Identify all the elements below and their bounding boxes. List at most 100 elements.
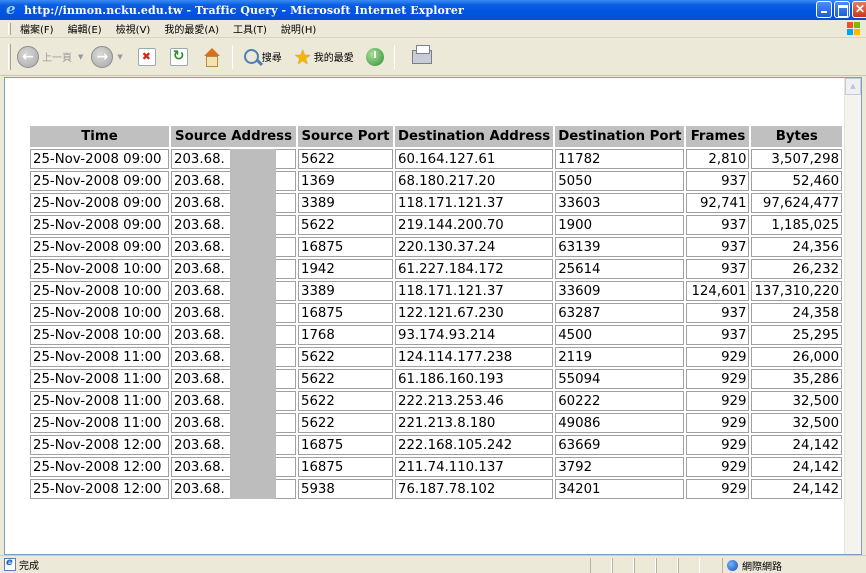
menu-file[interactable]: 檔案(F) [20,21,54,36]
cell-source-address: 203.68. [171,391,296,413]
scroll-up-arrow-icon[interactable]: ▲ [845,78,861,95]
forward-arrow-icon[interactable]: → [91,45,114,68]
window-controls [816,1,866,18]
source-address-text: 203.68. [174,239,225,255]
source-address-text: 203.68. [174,481,225,497]
search-button-label[interactable]: 搜尋 [262,49,282,64]
cell-bytes: 26,232 [751,259,843,279]
menu-favorites[interactable]: 我的最愛(A) [164,21,219,36]
home-icon[interactable] [202,47,220,67]
cell-frames: 937 [686,215,750,235]
maximize-button[interactable] [834,1,850,18]
menu-help[interactable]: 說明(H) [281,21,316,36]
refresh-icon[interactable] [169,47,188,66]
cell-time: 25-Nov-2008 11:00 [30,369,169,389]
cell-bytes: 24,358 [751,303,843,323]
cell-bytes: 97,624,477 [751,193,843,213]
table-row: 25-Nov-2008 09:00 203.68. 1369 68.180.217.2… [30,171,843,193]
cell-destination-port: 3792 [555,457,685,477]
security-zone[interactable]: 網際網路 [722,558,782,573]
cell-frames: 929 [686,413,750,433]
favorites-star-icon[interactable]: ★ [294,45,312,69]
cell-frames: 2,810 [686,149,750,169]
title-bar: e http://inmon.ncku.edu.tw - Traffic Que… [0,0,866,20]
cell-bytes: 24,356 [751,237,843,257]
back-arrow-icon[interactable]: ← [17,45,39,68]
cell-frames: 929 [686,435,750,455]
minimize-button[interactable] [816,1,832,18]
forward-dropdown-icon[interactable]: ▼ [117,53,122,61]
cell-source-address: 203.68. [171,435,296,457]
cell-destination-port: 60222 [555,391,685,411]
redaction-block [230,325,276,347]
cell-source-port: 16875 [298,237,393,257]
cell-destination-address: 122.121.67.230 [395,303,554,323]
cell-time: 25-Nov-2008 11:00 [30,347,169,367]
cell-destination-port: 63669 [555,435,685,455]
cell-time: 25-Nov-2008 09:00 [30,237,169,257]
cell-source-port: 16875 [298,457,393,477]
status-text: 完成 [19,561,39,572]
cell-bytes: 137,310,220 [751,281,843,301]
cell-source-address: 203.68. [171,325,296,347]
history-icon[interactable] [365,47,384,66]
table-row: 25-Nov-2008 12:00 203.68. 16875 222.168.105… [30,435,843,457]
cell-bytes: 24,142 [751,479,843,499]
column-header-frames: Frames [686,126,750,147]
zone-label: 網際網路 [742,562,782,573]
cell-destination-port: 34201 [555,479,685,499]
cell-time: 25-Nov-2008 09:00 [30,149,169,169]
cell-source-port: 5622 [298,215,393,235]
column-header-source-port: Source Port [298,126,393,147]
cell-time: 25-Nov-2008 09:00 [30,193,169,213]
toolbar-separator-2 [393,44,395,69]
cell-destination-port: 1900 [555,215,685,235]
redaction-block [230,303,276,325]
column-header-destination-port: Destination Port [555,126,685,147]
cell-time: 25-Nov-2008 12:00 [30,435,169,455]
cell-time: 25-Nov-2008 10:00 [30,303,169,323]
cell-bytes: 3,507,298 [751,149,843,169]
close-button[interactable] [852,1,866,18]
cell-time: 25-Nov-2008 12:00 [30,457,169,477]
back-button-label[interactable]: 上一頁 [42,49,72,64]
cell-frames: 937 [686,303,750,323]
redaction-block [230,347,276,369]
redaction-block [230,479,276,499]
menu-tools[interactable]: 工具(T) [233,21,267,36]
cell-source-address: 203.68. [171,303,296,325]
globe-icon [727,560,738,571]
source-address-text: 203.68. [174,327,225,343]
status-pane [590,558,612,573]
favorites-button-label[interactable]: 我的最愛 [314,49,354,64]
vertical-scrollbar[interactable]: ▲ [844,78,861,554]
windows-flag-icon [846,21,862,37]
menu-edit[interactable]: 編輯(E) [68,21,102,36]
status-pane [678,558,700,573]
redaction-block [230,435,276,457]
status-pane [634,558,656,573]
cell-source-port: 1942 [298,259,393,279]
cell-destination-port: 33603 [555,193,685,213]
window-title: http://inmon.ncku.edu.tw - Traffic Query… [24,3,464,17]
cell-destination-address: 222.213.253.46 [395,391,554,411]
back-dropdown-icon[interactable]: ▼ [78,53,83,61]
search-icon[interactable] [243,49,259,64]
source-address-text: 203.68. [174,393,225,409]
table-row: 25-Nov-2008 09:00 203.68. 5622 219.144.200.… [30,215,843,237]
cell-source-address: 203.68. [171,215,296,237]
cell-frames: 929 [686,391,750,411]
cell-destination-address: 220.130.37.24 [395,237,554,257]
cell-destination-port: 55094 [555,369,685,389]
print-icon[interactable] [411,44,432,64]
stop-icon[interactable] [137,47,156,66]
status-pane [656,558,678,573]
cell-destination-address: 221.213.8.180 [395,413,554,433]
cell-destination-address: 61.227.184.172 [395,259,554,279]
cell-frames: 937 [686,259,750,279]
menu-view[interactable]: 檢視(V) [116,21,151,36]
redaction-block [230,259,276,281]
cell-destination-address: 118.171.121.37 [395,193,554,213]
menu-grip [8,22,11,35]
cell-time: 25-Nov-2008 10:00 [30,325,169,345]
